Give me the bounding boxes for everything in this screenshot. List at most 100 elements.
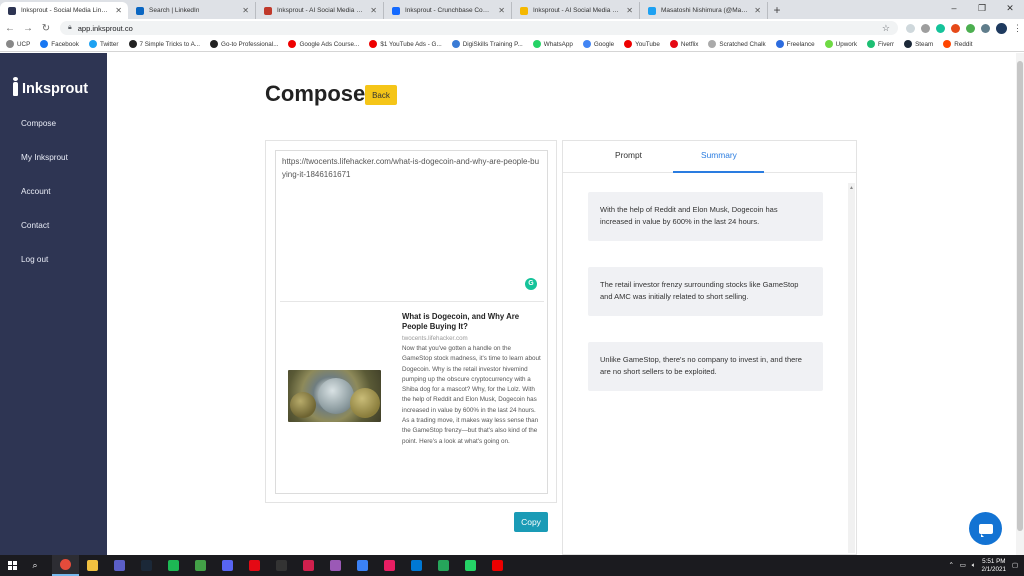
taskbar-app-icon[interactable] (106, 555, 133, 576)
notifications-icon[interactable]: ▢ (1012, 562, 1018, 569)
back-button[interactable]: Back (365, 85, 397, 105)
extension-icon[interactable] (966, 23, 975, 33)
summary-item[interactable]: The retail investor frenzy surrounding s… (588, 267, 823, 316)
bookmark-item[interactable]: Freelance (775, 40, 815, 48)
bookmark-item[interactable]: Fiverr (867, 40, 894, 48)
extension-icon[interactable] (921, 23, 930, 33)
extensions-puzzle-icon[interactable] (981, 23, 990, 33)
tab-prompt[interactable]: Prompt (615, 150, 642, 160)
taskbar-app-icon[interactable] (214, 555, 241, 576)
maximize-icon[interactable]: ❐ (968, 0, 996, 19)
browser-tab[interactable]: Inksprout - AI Social Media Sum ✕ (512, 2, 640, 19)
taskbar-app-icon[interactable] (484, 555, 511, 576)
summary-item[interactable]: With the help of Reddit and Elon Musk, D… (588, 192, 823, 241)
tab-close-icon[interactable]: ✕ (626, 6, 633, 15)
grammarly-extension-icon[interactable] (936, 23, 945, 33)
browser-tab[interactable]: Masatoshi Nishimura (@Masato ✕ (640, 2, 768, 19)
bookmark-favicon-icon (288, 40, 297, 48)
tab-close-icon[interactable]: ✕ (754, 6, 761, 15)
bookmark-favicon-icon (775, 40, 784, 48)
bookmark-item[interactable]: YouTube (624, 40, 660, 48)
back-arrow-icon[interactable]: ← (2, 23, 18, 34)
summary-scrollbar[interactable]: ▲ (848, 183, 855, 553)
address-bar[interactable]: 🔒︎ app.inksprout.co ☆ (60, 21, 898, 35)
browser-tab[interactable]: Inksprout - Social Media Link Sh ✕ (0, 2, 128, 19)
menu-dots-icon[interactable]: ⋮ (1013, 23, 1022, 34)
tab-title: Inksprout - Crunchbase Company (405, 7, 493, 14)
chevron-up-icon[interactable]: ⌃ (949, 562, 954, 569)
bookmark-item[interactable]: Facebook (40, 40, 79, 48)
bookmark-item[interactable]: Reddit (943, 40, 973, 48)
sidebar-item-my-inksprout[interactable]: My Inksprout (21, 152, 68, 186)
tab-close-icon[interactable]: ✕ (498, 6, 505, 15)
taskbar-app-icon[interactable] (52, 555, 79, 576)
sidebar-item-compose[interactable]: Compose (21, 118, 68, 152)
new-tab-button[interactable]: + (768, 2, 786, 19)
sidebar-item-account[interactable]: Account (21, 186, 68, 220)
taskbar-app-icon[interactable] (403, 555, 430, 576)
taskbar-app-icon[interactable] (349, 555, 376, 576)
profile-avatar[interactable] (996, 22, 1007, 34)
link-input-text[interactable]: https://twocents.lifehacker.com/what-is-… (282, 156, 542, 181)
browser-tab[interactable]: Inksprout - Crunchbase Company ✕ (384, 2, 512, 19)
clock[interactable]: 5:51 PM 2/1/2021 (982, 558, 1007, 574)
page-scrollbar-thumb[interactable] (1017, 61, 1023, 531)
taskbar-app-icon[interactable] (457, 555, 484, 576)
tab-favicon-icon (648, 6, 656, 15)
volume-icon[interactable]: 🔈︎ (972, 562, 976, 570)
brand-logo[interactable]: Inksprout (13, 77, 88, 97)
compose-editor[interactable]: https://twocents.lifehacker.com/what-is-… (275, 150, 548, 494)
bookmark-item[interactable]: $1 YouTube Ads - G... (369, 40, 442, 48)
forward-arrow-icon[interactable]: → (20, 23, 36, 34)
taskbar-app-icon[interactable] (187, 555, 214, 576)
sidebar-item-log-out[interactable]: Log out (21, 254, 68, 288)
minimize-icon[interactable]: – (940, 0, 968, 19)
extension-icon[interactable] (951, 23, 960, 33)
tab-close-icon[interactable]: ✕ (370, 6, 377, 15)
network-icon[interactable]: ▭ (960, 562, 966, 569)
taskbar-app-icon[interactable] (430, 555, 457, 576)
taskbar-app-icon[interactable] (160, 555, 187, 576)
taskbar-app-icon[interactable] (322, 555, 349, 576)
start-button[interactable] (0, 555, 24, 576)
bookmark-item[interactable]: DigiSkills Training P... (451, 40, 523, 48)
bookmark-item[interactable]: WhatsApp (532, 40, 573, 48)
search-icon[interactable]: ⌕ (24, 560, 46, 571)
bookmark-item[interactable]: Twitter (88, 40, 119, 48)
tab-summary[interactable]: Summary (701, 150, 737, 160)
copy-button[interactable]: Copy (514, 512, 548, 532)
bookmark-label: Twitter (99, 40, 119, 48)
bookmark-item[interactable]: Steam (904, 40, 933, 48)
browser-tab[interactable]: Inksprout - AI Social Media Write ✕ (256, 2, 384, 19)
tab-close-icon[interactable]: ✕ (242, 6, 249, 15)
bookmark-item[interactable]: UCP (6, 40, 30, 48)
bookmark-item[interactable]: Scratched Chalk (708, 40, 766, 48)
taskbar-apps (52, 555, 511, 576)
extension-shield-icon[interactable] (906, 23, 915, 33)
link-preview[interactable]: What is Dogecoin, and Why Are People Buy… (402, 312, 542, 447)
scroll-up-arrow-icon[interactable]: ▲ (849, 185, 854, 191)
reload-icon[interactable]: ↻ (38, 23, 54, 34)
close-window-icon[interactable]: ✕ (996, 0, 1024, 19)
summary-item[interactable]: Unlike GameStop, there's no company to i… (588, 342, 823, 391)
taskbar-app-icon[interactable] (241, 555, 268, 576)
grammarly-icon[interactable]: G (525, 278, 537, 290)
sidebar-item-contact[interactable]: Contact (21, 220, 68, 254)
bookmark-item[interactable]: Google (582, 40, 614, 48)
bookmark-star-icon[interactable]: ☆ (882, 23, 890, 34)
bookmark-item[interactable]: 7 Simple Tricks to A... (128, 40, 200, 48)
taskbar-app-icon[interactable] (268, 555, 295, 576)
chat-widget-button[interactable] (969, 512, 1002, 545)
bookmark-item[interactable]: Go-to Professional... (210, 40, 278, 48)
taskbar-app-icon[interactable] (376, 555, 403, 576)
browser-tab[interactable]: Search | LinkedIn ✕ (128, 2, 256, 19)
bookmark-item[interactable]: Google Ads Course... (288, 40, 359, 48)
taskbar-app-icon[interactable] (79, 555, 106, 576)
bookmark-item[interactable]: Netflix (669, 40, 698, 48)
taskbar-app-icon[interactable] (295, 555, 322, 576)
taskbar-app-icon[interactable] (133, 555, 160, 576)
bookmark-item[interactable]: Upwork (824, 40, 857, 48)
tab-close-icon[interactable]: ✕ (115, 6, 122, 15)
windows-taskbar: ⌕ ⌃ ▭ 🔈︎ 5:51 PM 2/1/2021 ▢ (0, 555, 1024, 576)
page-scrollbar[interactable] (1016, 53, 1024, 555)
